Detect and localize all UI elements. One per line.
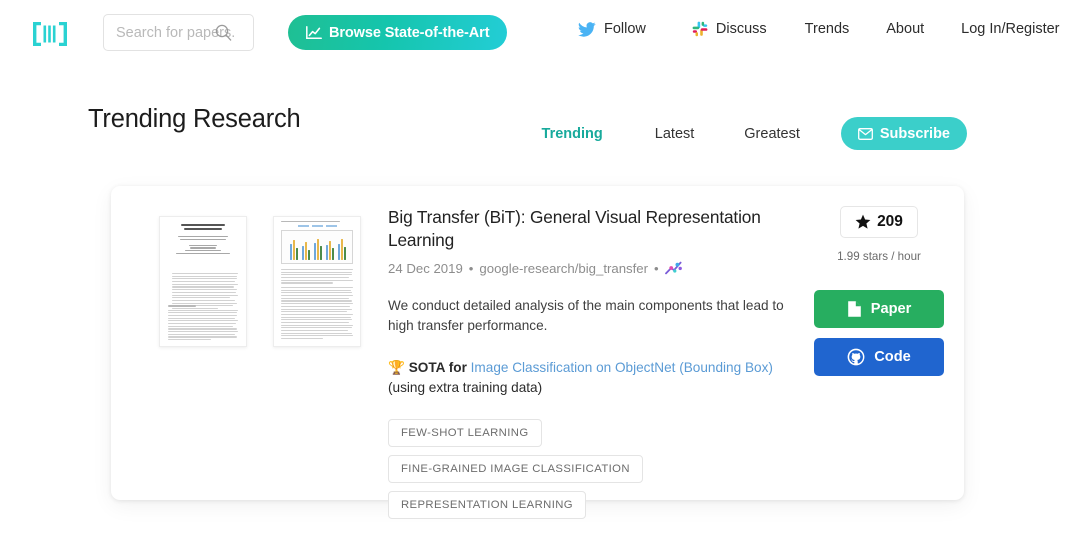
- sort-tabs: Trending Latest Greatest Subscribe: [542, 117, 967, 150]
- browse-state-of-the-art-button[interactable]: Browse State-of-the-Art: [288, 15, 508, 50]
- nav-link-label: Follow: [604, 21, 646, 37]
- arxiv-sidebar-text: [161, 253, 167, 327]
- nav-link-label: About: [886, 21, 925, 37]
- paper-actions: 209 1.99 stars / hour Paper Code: [794, 206, 964, 376]
- nav-link-follow[interactable]: Follow: [578, 21, 646, 37]
- paper-thumbnail-page-2[interactable]: [273, 216, 361, 347]
- paper-tags: FEW-SHOT LEARNING FINE-GRAINED IMAGE CLA…: [388, 418, 788, 519]
- subscribe-label: Subscribe: [879, 125, 950, 142]
- tab-trending[interactable]: Trending: [542, 126, 603, 142]
- github-icon: [847, 348, 865, 366]
- nav-link-login-register[interactable]: Log In/Register: [961, 21, 1059, 37]
- nav-links: Follow Discuss Trends About Log In/Regis…: [578, 21, 1060, 37]
- envelope-icon: [857, 127, 873, 140]
- nav-link-discuss[interactable]: Discuss: [692, 21, 767, 37]
- sota-prefix: SOTA for: [408, 359, 467, 375]
- star-rate: 1.99 stars / hour: [837, 250, 921, 263]
- twitter-icon: [578, 21, 596, 37]
- paper-abstract: We conduct detailed analysis of the main…: [388, 297, 784, 334]
- paper-details: Big Transfer (BiT): General Visual Repre…: [388, 206, 798, 519]
- tab-greatest[interactable]: Greatest: [744, 126, 800, 142]
- document-icon: [847, 300, 862, 318]
- paper-thumbnails[interactable]: [136, 216, 386, 356]
- paper-button-label: Paper: [870, 301, 912, 317]
- nav-link-label: Trends: [804, 21, 850, 37]
- nav-link-trends[interactable]: Trends: [805, 21, 850, 37]
- chart-icon: [306, 25, 322, 40]
- social-graph-icon[interactable]: [664, 261, 682, 275]
- subscribe-button[interactable]: Subscribe: [840, 117, 967, 150]
- search-box[interactable]: [103, 14, 254, 51]
- paper-thumbnail-page-1[interactable]: [159, 216, 247, 347]
- code-button[interactable]: Code: [814, 338, 944, 376]
- tag-few-shot-learning[interactable]: FEW-SHOT LEARNING: [388, 418, 542, 447]
- star-count-badge[interactable]: 209: [840, 206, 918, 238]
- star-icon: [855, 214, 871, 230]
- paper-repo[interactable]: google-research/big_transfer: [479, 261, 648, 276]
- paper-date: 24 Dec 2019: [388, 260, 463, 276]
- star-count: 209: [877, 213, 903, 230]
- paper-title-link[interactable]: Big Transfer (BiT): General Visual Repre…: [388, 207, 761, 250]
- slack-icon: [692, 21, 708, 37]
- top-navigation-bar: Browse State-of-the-Art Follow: [0, 0, 1080, 66]
- search-input[interactable]: [103, 14, 254, 51]
- tag-fine-grained-image-classification[interactable]: FINE-GRAINED IMAGE CLASSIFICATION: [388, 454, 643, 483]
- sota-suffix: (using extra training data): [388, 380, 543, 396]
- nav-link-about[interactable]: About: [886, 21, 924, 37]
- nav-link-label: Discuss: [715, 21, 767, 37]
- meta-separator: •: [468, 260, 474, 276]
- meta-separator: •: [654, 260, 659, 276]
- tab-latest[interactable]: Latest: [655, 126, 695, 142]
- papers-with-code-logo[interactable]: [30, 18, 70, 50]
- paper-meta: 24 Dec 2019 • google-research/big_transf…: [388, 261, 798, 276]
- trophy-icon: 🏆: [388, 359, 405, 375]
- paper-card[interactable]: Big Transfer (BiT): General Visual Repre…: [111, 186, 964, 519]
- tag-representation-learning[interactable]: REPRESENTATION LEARNING: [388, 490, 586, 519]
- code-button-label: Code: [874, 349, 911, 365]
- figure-legend: [281, 225, 353, 227]
- figure-bar-chart: [281, 230, 353, 264]
- sota-benchmark-link[interactable]: Image Classification on ObjectNet (Bound…: [471, 360, 773, 375]
- page-title: Trending Research: [88, 105, 301, 133]
- nav-link-label: Log In/Register: [961, 21, 1060, 37]
- paper-button[interactable]: Paper: [814, 290, 944, 328]
- browse-sota-label: Browse State-of-the-Art: [329, 24, 490, 41]
- sota-row: 🏆 SOTA for Image Classification on Objec…: [388, 358, 798, 399]
